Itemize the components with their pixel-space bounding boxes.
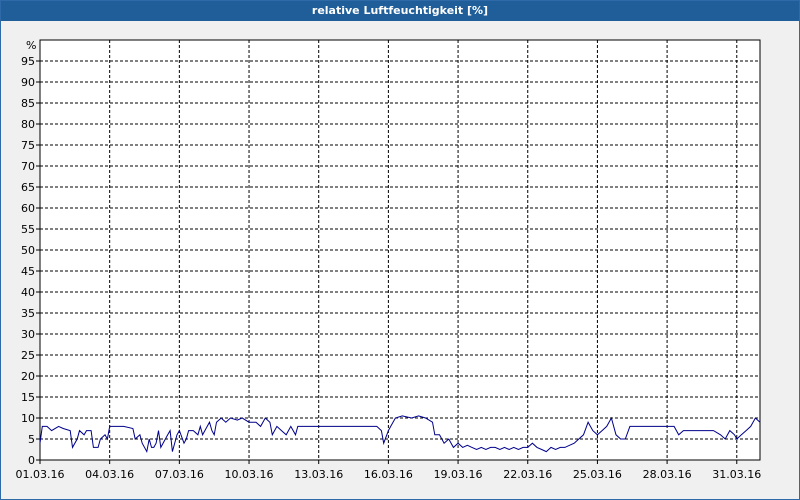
x-tick-label: 31.03.16 [712, 468, 761, 481]
x-axis-ticks: 01.03.16 04.03.16 07.03.16 10.03.16 13.03.16… [16, 460, 761, 481]
y-tick-label: 0 [28, 454, 35, 467]
x-tick-label: 10.03.16 [225, 468, 274, 481]
y-tick-label: 70 [21, 160, 35, 173]
x-tick-label: 22.03.16 [503, 468, 552, 481]
x-tick-label: 13.03.16 [294, 468, 343, 481]
x-tick-label: 19.03.16 [434, 468, 483, 481]
y-tick-label: 35 [21, 307, 35, 320]
y-tick-label: 25 [21, 349, 35, 362]
y-tick-label: 55 [21, 223, 35, 236]
y-tick-label: 95 [21, 55, 35, 68]
y-tick-label: 65 [21, 181, 35, 194]
y-tick-label: 30 [21, 328, 35, 341]
y-tick-label: 90 [21, 76, 35, 89]
chart-canvas: % 0 5 10 15 20 25 30 35 40 45 50 55 60 65 70 75 80 85 90 95… [16, 39, 762, 481]
y-tick-label: 40 [21, 286, 35, 299]
x-tick-label: 07.03.16 [155, 468, 204, 481]
x-tick-label: 25.03.16 [573, 468, 622, 481]
x-tick-label: 28.03.16 [643, 468, 692, 481]
x-tick-label: 04.03.16 [85, 468, 134, 481]
y-tick-label: 15 [21, 391, 35, 404]
y-tick-label: 5 [28, 433, 35, 446]
y-axis-ticks: 0 5 10 15 20 25 30 35 40 45 50 55 60 65 70 75 80 85 90 95 [21, 55, 40, 467]
gridlines [40, 40, 760, 460]
y-tick-label: 80 [21, 118, 35, 131]
y-axis-unit-label: % [26, 39, 36, 52]
y-tick-label: 60 [21, 202, 35, 215]
y-tick-label: 10 [21, 412, 35, 425]
y-tick-label: 45 [21, 265, 35, 278]
y-tick-label: 20 [21, 370, 35, 383]
y-tick-label: 75 [21, 139, 35, 152]
x-tick-label: 01.03.16 [16, 468, 65, 481]
y-tick-label: 50 [21, 244, 35, 257]
x-tick-label: 16.03.16 [364, 468, 413, 481]
y-tick-label: 85 [21, 97, 35, 110]
